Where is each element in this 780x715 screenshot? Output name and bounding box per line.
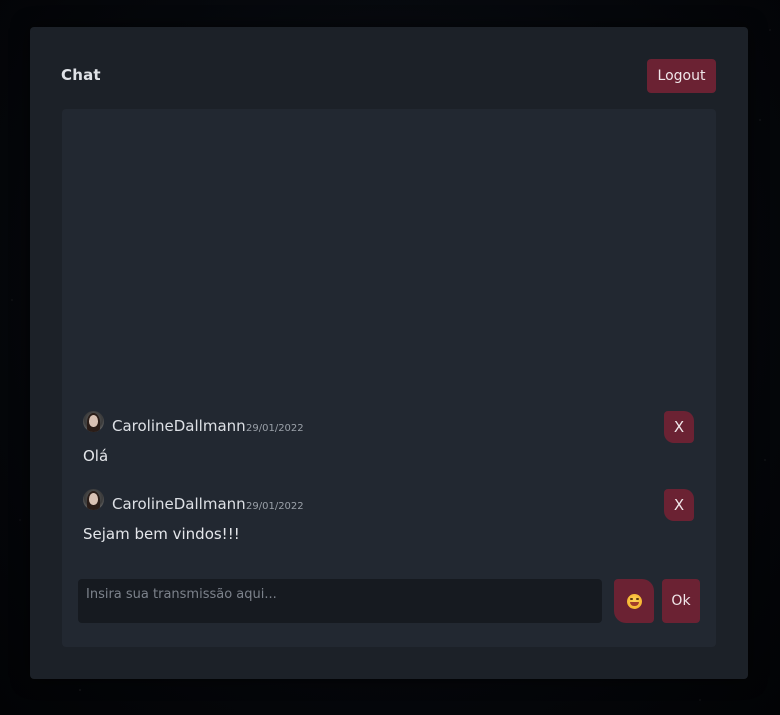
message-text: Sejam bem vindos!!!: [83, 525, 240, 543]
message-text: Olá: [83, 447, 109, 465]
user-avatar: [83, 489, 104, 510]
message-username: CarolineDallmann: [112, 417, 246, 435]
chat-message: CarolineDallmann 29/01/2022 Sejam bem vi…: [83, 489, 695, 549]
message-input[interactable]: [78, 579, 602, 623]
message-composer: Ok: [78, 579, 700, 623]
message-date: 29/01/2022: [246, 423, 304, 434]
user-avatar: [83, 411, 104, 432]
chat-window: Chat Logout CarolineDallmann 29/01/2022 …: [30, 27, 748, 679]
chat-header: Chat Logout: [30, 27, 748, 109]
delete-message-button[interactable]: X: [664, 489, 694, 521]
smiley-emoji-icon: [626, 593, 642, 609]
avatar-face-shape: [89, 493, 98, 505]
emoji-button[interactable]: [614, 579, 654, 623]
send-button[interactable]: Ok: [662, 579, 700, 623]
chat-title: Chat: [61, 66, 101, 84]
message-date: 29/01/2022: [246, 501, 304, 512]
logout-button[interactable]: Logout: [647, 59, 716, 93]
chat-messages-area: CarolineDallmann 29/01/2022 Olá X Caroli…: [62, 109, 716, 647]
chat-message: CarolineDallmann 29/01/2022 Olá X: [83, 411, 695, 471]
message-username: CarolineDallmann: [112, 495, 246, 513]
delete-message-button[interactable]: X: [664, 411, 694, 443]
avatar-face-shape: [89, 415, 98, 427]
